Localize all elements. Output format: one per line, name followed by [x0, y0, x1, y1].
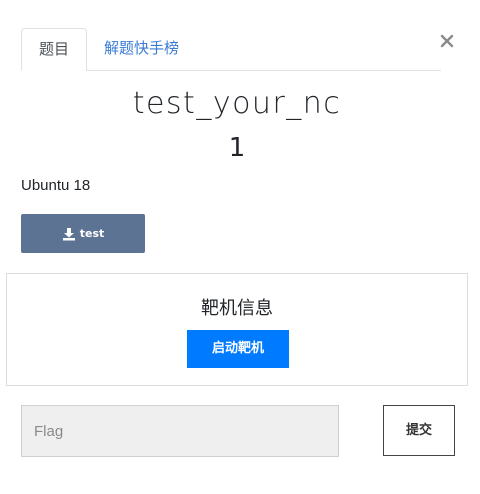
- target-machine-title: 靶机信息: [201, 298, 273, 319]
- target-machine-panel: 靶机信息 启动靶机: [6, 273, 468, 386]
- submit-flag-button[interactable]: 提交: [383, 405, 455, 456]
- challenge-name: test_your_nc: [132, 86, 342, 121]
- download-file-button[interactable]: test: [21, 214, 145, 253]
- flag-input[interactable]: [21, 405, 339, 457]
- download-icon: [62, 227, 76, 241]
- challenge-modal: 题目 解题快手榜 test_your_nc 1 Ubuntu 18 test 靶…: [0, 0, 480, 494]
- download-file-label: test: [79, 227, 105, 240]
- challenge-description: Ubuntu 18: [21, 177, 91, 194]
- start-target-button[interactable]: 启动靶机: [187, 330, 289, 368]
- close-icon[interactable]: [436, 30, 458, 52]
- tab-bar: 题目 解题快手榜: [21, 28, 441, 71]
- tab-challenge[interactable]: 题目: [21, 28, 87, 71]
- tab-solves-leaderboard[interactable]: 解题快手榜: [88, 28, 195, 69]
- challenge-score: 1: [228, 133, 246, 163]
